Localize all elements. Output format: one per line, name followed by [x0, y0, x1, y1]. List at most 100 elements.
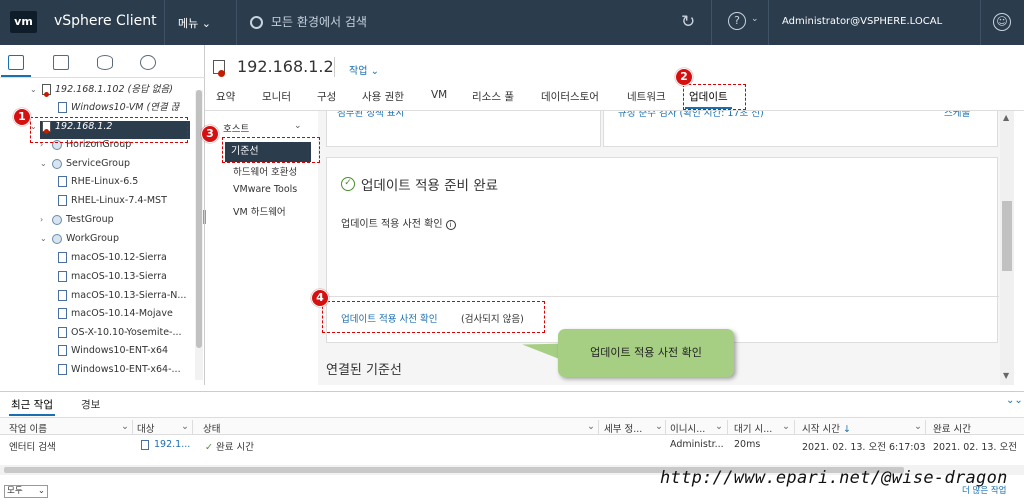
compliance-check-link[interactable]: 규정 준수 검사 (확인 시간: 17초 전)	[618, 111, 764, 119]
column-divider	[925, 420, 926, 434]
tree-node[interactable]: ⌄ 192.168.1.102 (응답 없음)	[30, 81, 173, 99]
col-task-name[interactable]: 작업 이름	[9, 421, 47, 435]
task-name-cell: 엔터티 검색	[9, 442, 56, 453]
menu-button[interactable]: 메뉴 ⌄	[178, 15, 211, 31]
tree-node[interactable]: macOS-10.13-Sierra-N...	[58, 287, 186, 305]
networking-icon[interactable]	[140, 55, 156, 70]
scroll-up-icon[interactable]: ▲	[1003, 113, 1009, 122]
tab-resource-pools[interactable]: 리소스 풀	[472, 89, 514, 104]
annotation-box-3	[222, 137, 320, 163]
subnav-section-host[interactable]: 호스트	[223, 121, 249, 135]
chevron-down-icon[interactable]: ⌄	[30, 81, 42, 99]
tab-recent-tasks[interactable]: 최근 작업	[9, 397, 55, 416]
annotation-badge-4: 4	[311, 289, 329, 307]
object-title: 192.168.1.2	[237, 57, 334, 76]
col-filter-icon[interactable]: ⌄	[121, 421, 129, 432]
tab-configure[interactable]: 구성	[317, 89, 336, 104]
tree-node[interactable]: Windows10-VM (연결 끊	[58, 99, 179, 117]
tab-permissions[interactable]: 사용 권한	[362, 89, 404, 104]
tab-networks[interactable]: 네트워크	[627, 89, 666, 104]
vmware-logo[interactable]: vm	[10, 11, 37, 33]
tab-summary[interactable]: 요약	[216, 89, 235, 104]
col-details[interactable]: 세부 정...	[604, 421, 642, 435]
subnav-item-vmware-tools[interactable]: VMware Tools	[233, 184, 297, 195]
col-target[interactable]: 대상	[137, 421, 154, 435]
attached-policy-link[interactable]: 첨부된 정책 표시	[337, 111, 404, 119]
tasks-table-header: 작업 이름 ⌄ 대상 ⌄ 상태 ⌄ 세부 정... ⌄ 이니시... ⌄ 대기 …	[0, 417, 1024, 435]
app-title[interactable]: vSphere Client	[54, 13, 157, 29]
task-filter-select[interactable]: 모두 ⌄	[4, 485, 48, 498]
resource-pool-icon	[52, 158, 62, 169]
tree-node[interactable]: macOS-10.14-Mojave	[58, 305, 173, 323]
search-placeholder: 모든 환경에서 검색	[271, 15, 367, 29]
tree-node[interactable]: › TestGroup	[40, 211, 114, 229]
target-cell[interactable]: 192.1...	[141, 439, 190, 450]
tab-vms[interactable]: VM	[431, 89, 447, 101]
tab-alarms[interactable]: 경보	[81, 397, 100, 412]
annotation-box-2	[683, 84, 746, 110]
chevron-down-icon[interactable]: ⌄	[40, 155, 52, 173]
tab-datastores[interactable]: 데이터스토어	[541, 89, 599, 104]
chevron-right-icon[interactable]: ›	[40, 211, 52, 229]
remediation-ready-title: 업데이트 적용 준비 완료	[361, 178, 499, 194]
tree-node[interactable]: macOS-10.13-Sierra	[58, 268, 167, 286]
tree-node[interactable]: RHEL-Linux-7.4-MST	[58, 192, 167, 210]
divider	[980, 0, 981, 45]
subnav-item-vm-hardware[interactable]: VM 하드웨어	[233, 204, 286, 218]
global-search[interactable]: 모든 환경에서 검색	[250, 13, 510, 33]
col-filter-icon[interactable]: ⌄	[782, 421, 790, 432]
tree-node[interactable]: OS-X-10.10-Yosemite-...	[58, 324, 182, 342]
col-status[interactable]: 상태	[203, 421, 220, 435]
target-link[interactable]: 192.1...	[154, 439, 190, 450]
col-queued[interactable]: 대기 시...	[734, 421, 772, 435]
tree-node[interactable]: ⌄ WorkGroup	[40, 230, 119, 248]
col-end-time[interactable]: 완료 시간	[933, 421, 971, 435]
col-start-time[interactable]: 시작 시간 ↓	[802, 421, 851, 435]
vms-and-templates-icon[interactable]	[53, 55, 69, 70]
hosts-and-clusters-icon[interactable]	[1, 55, 31, 77]
chevron-down-icon[interactable]: ⌄	[40, 230, 52, 248]
collapse-panel-icon[interactable]: ⌄⌄	[1006, 395, 1023, 406]
vm-icon	[58, 364, 67, 375]
info-icon[interactable]: i	[445, 220, 456, 230]
tree-node[interactable]: Windows10-ENT-x64	[58, 342, 168, 360]
table-row[interactable]: 엔터티 검색 192.1... ✓ 완료 시간 Administr... 20m…	[0, 437, 1024, 455]
attached-baselines-heading: 연결된 기준선	[326, 363, 402, 378]
scroll-down-icon[interactable]: ▼	[1003, 371, 1009, 380]
feedback-smiley-icon[interactable]: ☺	[993, 13, 1011, 31]
help-icon[interactable]: ?	[728, 12, 746, 30]
precheck-label: 업데이트 적용 사전 확인 i	[341, 215, 456, 230]
chevron-down-icon: ⌄	[201, 17, 211, 30]
col-filter-icon[interactable]: ⌄	[715, 421, 723, 432]
subnav-item-hardware-compatibility[interactable]: 하드웨어 호환성	[233, 164, 297, 178]
panel-splitter[interactable]	[203, 210, 206, 224]
tree-node[interactable]: RHE-Linux-6.5	[58, 173, 138, 191]
content-scrollbar[interactable]: ▲ ▼	[1000, 111, 1014, 385]
vm-icon	[58, 252, 67, 263]
col-filter-icon[interactable]: ⌄	[181, 421, 189, 432]
vm-icon	[58, 345, 67, 356]
tree-node-label: macOS-10.14-Mojave	[71, 308, 173, 319]
host-icon	[141, 439, 149, 450]
vm-icon	[58, 271, 67, 282]
col-initiator[interactable]: 이니시...	[670, 421, 705, 435]
divider	[327, 296, 999, 297]
user-menu[interactable]: Administrator@VSPHERE.LOCAL	[782, 16, 942, 27]
chevron-down-icon[interactable]: ⌄	[751, 14, 759, 24]
storage-icon[interactable]	[97, 55, 113, 70]
tree-node[interactable]: ⌄ ServiceGroup	[40, 155, 130, 173]
col-filter-icon[interactable]: ⌄	[587, 421, 595, 432]
card-compliance: 규정 준수 검사 (확인 시간: 17초 전) 스케줄	[603, 111, 998, 147]
refresh-icon[interactable]: ↻	[681, 12, 695, 32]
tab-monitor[interactable]: 모니터	[262, 89, 291, 104]
col-filter-icon[interactable]: ⌄	[655, 421, 663, 432]
tree-node-label: macOS-10.13-Sierra-N...	[71, 290, 187, 301]
actions-menu[interactable]: 작업 ⌄	[349, 62, 379, 77]
end-time-cell: 2021. 02. 13. 오전	[933, 442, 1017, 453]
tree-node[interactable]: Windows10-ENT-x64-...	[58, 361, 181, 379]
col-filter-icon[interactable]: ⌄	[914, 421, 922, 432]
tree-node[interactable]: macOS-10.12-Sierra	[58, 249, 167, 267]
schedule-link[interactable]: 스케줄	[944, 111, 970, 119]
chevron-down-icon[interactable]: ⌄	[294, 121, 302, 131]
annotation-box-4	[322, 301, 545, 333]
